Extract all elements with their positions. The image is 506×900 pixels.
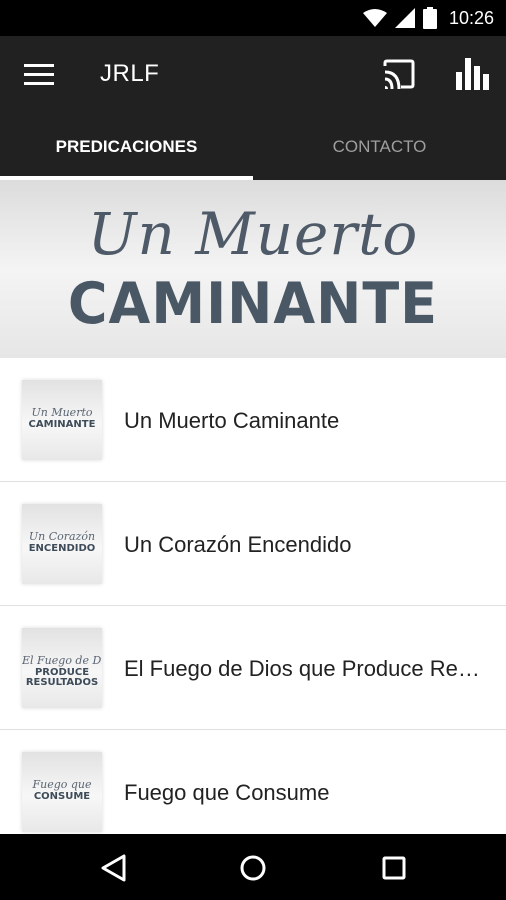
sermon-title: El Fuego de Dios que Produce Resultados [124, 656, 484, 681]
thumb-script-text: Un Corazón [28, 530, 96, 543]
system-nav-bar [0, 834, 506, 900]
sermon-list: Un Muerto CAMINANTE Un Muerto Caminante … [0, 358, 506, 854]
status-time: 10:26 [448, 7, 494, 28]
sermon-thumbnail: El Fuego de Dios PRODUCE RESULTADOS [22, 628, 102, 708]
sermon-title: Un Muerto Caminante [124, 408, 340, 433]
thumb-script-text: Fuego que [32, 778, 92, 791]
banner-script-text: Un Muerto [87, 200, 419, 268]
thumb-script-text: El Fuego de Dios [22, 654, 102, 667]
recents-icon [382, 856, 406, 880]
app-title: JRLF [100, 60, 160, 87]
recents-button[interactable] [374, 848, 414, 888]
menu-button[interactable] [24, 63, 54, 87]
tab-predicaciones[interactable]: PREDICACIONES [0, 114, 253, 180]
thumb-main-text: CONSUME [33, 791, 91, 802]
bar-chart-icon [456, 58, 489, 90]
list-item[interactable]: El Fuego de Dios PRODUCE RESULTADOS El F… [0, 606, 506, 730]
status-icons: 10:26 [362, 0, 494, 36]
sermon-title: Un Corazón Encendido [124, 532, 352, 557]
thumb-script-text: Un Muerto [31, 406, 93, 419]
banner-main-text: CAMINANTE [67, 270, 439, 337]
sermon-thumbnail: Un Muerto CAMINANTE [22, 380, 102, 460]
signal-icon [394, 8, 415, 28]
list-item[interactable]: Un Muerto CAMINANTE Un Muerto Caminante [0, 358, 506, 482]
status-bar: 10:26 [0, 0, 506, 36]
battery-icon [422, 7, 437, 29]
sermon-thumbnail: Un Corazón ENCENDIDO [22, 504, 102, 584]
thumb-main-text: ENCENDIDO [28, 543, 96, 554]
stats-button[interactable] [456, 56, 490, 92]
menu-icon [24, 64, 54, 85]
thumb-main-text: PRODUCE RESULTADOS [25, 667, 99, 688]
sermon-title: Fuego que Consume [124, 780, 330, 805]
home-icon [240, 855, 266, 881]
featured-banner[interactable]: Un Muerto CAMINANTE [0, 180, 506, 358]
tab-contacto[interactable]: CONTACTO [253, 114, 506, 180]
cast-icon [383, 59, 415, 90]
home-button[interactable] [233, 848, 273, 888]
app-bar: JRLF [0, 36, 506, 114]
sermon-thumbnail: Fuego que CONSUME [22, 752, 102, 832]
thumb-main-text: CAMINANTE [28, 419, 96, 430]
back-button[interactable] [94, 848, 134, 888]
wifi-icon [362, 9, 387, 27]
cast-button[interactable] [382, 58, 416, 92]
list-item[interactable]: Un Corazón ENCENDIDO Un Corazón Encendid… [0, 482, 506, 606]
back-icon [101, 854, 126, 882]
tab-bar: PREDICACIONES CONTACTO [0, 114, 506, 180]
